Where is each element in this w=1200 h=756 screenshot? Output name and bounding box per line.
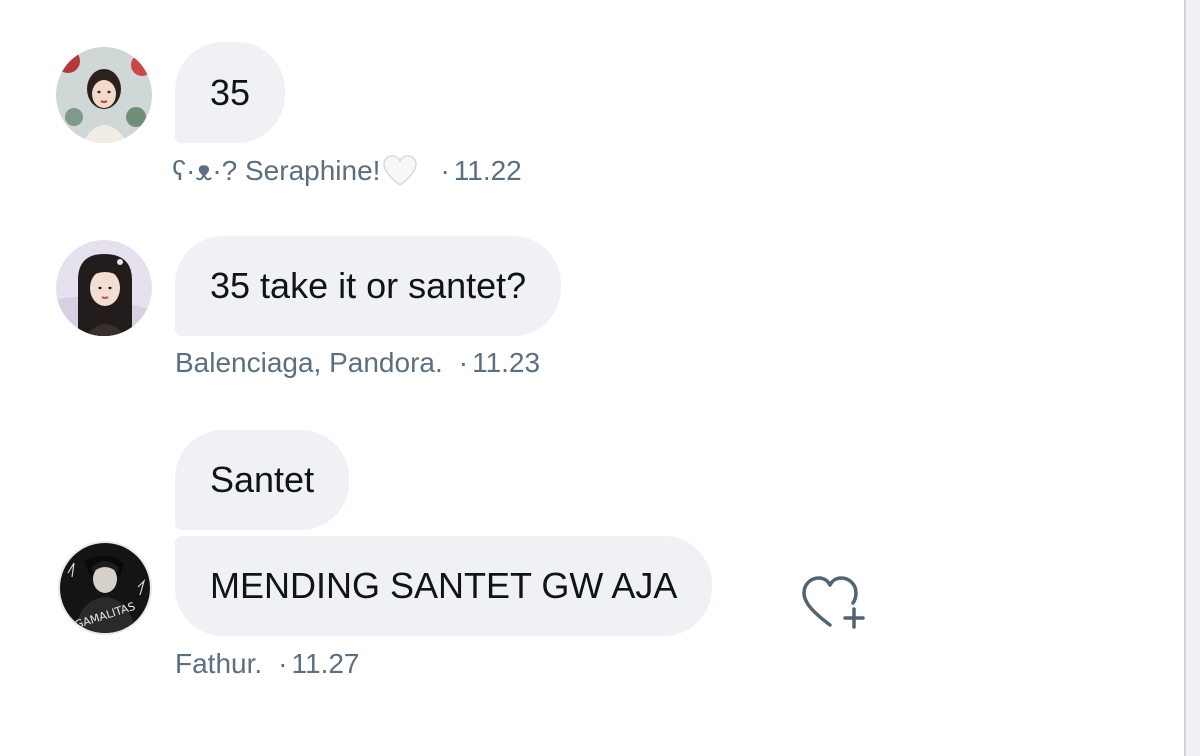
message-bubble[interactable]: 35 take it or santet? [175, 236, 562, 336]
message-text: 35 take it or santet? [210, 265, 527, 306]
message-text: 35 [210, 71, 251, 113]
sender-name[interactable]: ʕ·ᴥ·? Seraphine! [172, 155, 380, 187]
avatar-fathur[interactable]: GAMALITAS [58, 541, 152, 635]
sender-name[interactable]: Balenciaga, Pandora. [175, 347, 443, 379]
sender-name[interactable]: Fathur. [175, 648, 262, 680]
message-meta: ʕ·ᴥ·? Seraphine! · 11.22 [172, 154, 522, 188]
meta-separator: · [278, 648, 288, 679]
avatar-seraphine[interactable] [56, 47, 152, 143]
scrollbar-track[interactable] [1184, 0, 1200, 756]
message-meta: Balenciaga, Pandora. · 11.23 [175, 347, 540, 379]
meta-separator: · [440, 155, 450, 186]
timestamp: 11.22 [453, 155, 522, 186]
timestamp: 11.23 [472, 347, 541, 378]
avatar-image: GAMALITAS [60, 543, 150, 633]
add-reaction-button[interactable] [800, 573, 870, 633]
timestamp: 11.27 [291, 648, 360, 679]
heart-plus-icon [802, 576, 865, 629]
avatar-image [56, 47, 152, 143]
message-bubble[interactable]: Santet [175, 430, 350, 530]
white-heart-icon [382, 154, 418, 188]
message-bubble[interactable]: MENDING SANTET GW AJA [175, 536, 713, 636]
meta-separator: · [458, 347, 469, 378]
avatar-balenciaga[interactable] [56, 240, 152, 336]
message-text: Santet [210, 459, 315, 500]
message-text: MENDING SANTET GW AJA [210, 565, 678, 606]
avatar-image [56, 240, 152, 336]
message-bubble[interactable]: 35 [175, 42, 286, 143]
message-meta: Fathur. · 11.27 [175, 648, 360, 680]
